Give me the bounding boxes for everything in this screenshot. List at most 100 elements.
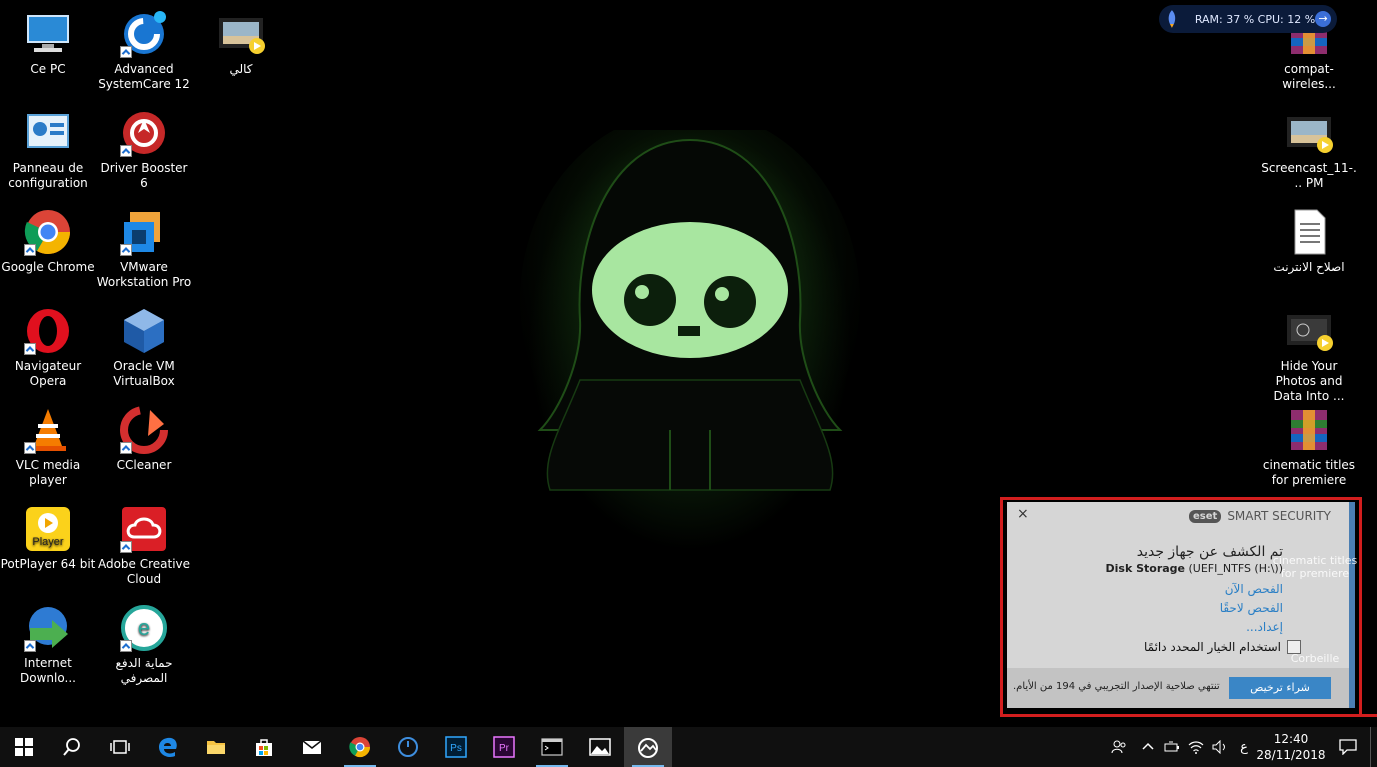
desktop-icon-ccleaner[interactable]: CCleaner [96,406,192,473]
rocket-icon [1168,10,1176,28]
taskbar-edge[interactable] [144,727,192,767]
desktop-icon-vmware[interactable]: VMware Workstation Pro [96,208,192,290]
desktop-icon-label: Panneau de configuration [8,161,88,190]
eset-banking-icon: e [120,604,168,652]
shortcut-arrow-icon [24,244,36,256]
start-button[interactable] [0,727,48,767]
desktop-icon-vlc[interactable]: VLC media player [0,406,96,488]
shortcut-arrow-icon [120,442,132,454]
desktop-icon-opera[interactable]: Navigateur Opera [0,307,96,389]
desktop-icon-kali-video[interactable]: كالي [193,10,289,77]
desktop-icon-driver-booster[interactable]: Driver Booster 6 [96,109,192,191]
expand-arrow-icon[interactable]: → [1315,11,1331,27]
eset-brand: eset SMART SECURITY [1189,509,1331,523]
edge-icon [159,737,177,757]
desktop-icon-label: VLC media player [15,458,81,487]
desktop-icon-label: Navigateur Opera [14,359,82,388]
device-name: Disk Storage [1105,562,1186,575]
device-detail: (UEFI_NTFS (H:\)) [1185,562,1284,575]
photos-icon [589,738,611,756]
desktop-icon-label: VMware Workstation Pro [96,260,192,289]
shortcut-arrow-icon [24,343,36,355]
shortcut-arrow-icon [120,145,132,157]
desktop-icon-control-panel[interactable]: Panneau de configuration [0,109,96,191]
desktop-icon-internet-fix[interactable]: اصلاح الانترنت [1261,208,1357,275]
show-desktop-button[interactable] [1370,727,1377,767]
always-use-label: استخدام الخيار المحدد دائمًا [1144,640,1281,654]
driver-booster-icon [120,109,168,157]
desktop-icon-potplayer[interactable]: Player PotPlayer 64 bit [0,505,96,572]
desktop-icon-screencast[interactable]: Screencast_11-... PM [1261,109,1357,191]
search-button[interactable] [48,727,96,767]
taskbar-terminal[interactable] [528,727,576,767]
file-explorer-icon [207,741,225,754]
hooded-figure-artwork [520,130,860,491]
desktop-icon-label: compat-wireles... [1282,62,1336,91]
system-monitor-widget[interactable]: RAM: 37 % CPU: 12 % → [1159,5,1337,33]
action-center-button[interactable] [1326,727,1370,767]
search-icon [63,738,80,756]
creative-cloud-icon [120,505,168,553]
mail-icon [302,740,322,754]
wifi-button[interactable] [1184,727,1208,767]
scan-later-link[interactable]: الفحص لاحقًا [1220,601,1283,615]
taskbar-photoshop[interactable]: Ps [432,727,480,767]
desktop-icon-label: Internet Downlo... [20,656,76,685]
desktop-icon-label: Driver Booster 6 [100,161,188,190]
show-hidden-icons-button[interactable] [1136,727,1160,767]
device-info: Disk Storage (UEFI_NTFS (H:\)) [1106,562,1284,575]
chrome-icon [24,208,72,256]
taskbar-chrome[interactable] [336,727,384,767]
winrar-icon [1285,406,1333,454]
desktop-icon-cinematic-titles[interactable]: cinematic titles for premiere [1261,406,1357,488]
setup-link[interactable]: إعداد... [1246,620,1283,634]
close-icon[interactable]: × [1017,506,1029,522]
scan-now-link[interactable]: الفحص الآن [1225,582,1283,596]
eset-product-name: SMART SECURITY [1227,509,1331,523]
buy-license-button[interactable]: شراء ترخيص [1229,677,1331,699]
desktop-icon-ce-pc[interactable]: Ce PC [0,10,96,77]
shortcut-arrow-icon [120,541,132,553]
task-view-button[interactable] [96,727,144,767]
photoshop-icon-text: Ps [450,743,462,754]
shortcut-arrow-icon [120,46,132,58]
advanced-systemcare-icon [120,10,168,58]
desktop-icon-virtualbox[interactable]: Oracle VM VirtualBox [96,307,192,389]
control-panel-icon [24,109,72,157]
chevron-up-icon [1142,742,1154,750]
battery-button[interactable] [1160,727,1184,767]
video-file-icon [217,10,265,58]
language-indicator[interactable]: ع [1232,727,1256,767]
desktop-icon-internet-download-manager[interactable]: Internet Downlo... [0,604,96,686]
ccleaner-icon [120,406,168,454]
vlc-icon [24,406,72,454]
taskbar-file-explorer[interactable] [192,727,240,767]
taskbar: Ps Pr ع 12:40 28/11/2018 [0,727,1377,767]
trial-notice: تنتهي صلاحية الإصدار التجريبي في 194 من … [1013,681,1220,692]
taskbar-power[interactable] [384,727,432,767]
taskbar-photos[interactable] [576,727,624,767]
shortcut-arrow-icon [24,640,36,652]
volume-button[interactable] [1208,727,1232,767]
desktop-icon-google-chrome[interactable]: Google Chrome [0,208,96,275]
taskbar-mail[interactable] [288,727,336,767]
potplayer-badge-text: Player [32,536,64,548]
desktop-icon-eset-banking[interactable]: e حماية الدفع المصرفي [96,604,192,686]
always-use-option[interactable]: استخدام الخيار المحدد دائمًا [1144,640,1301,654]
desktop-icon-advanced-systemcare[interactable]: Advanced SystemCare 12 [96,10,192,92]
desktop-icon-hide-your-photos[interactable]: Hide Your Photos and Data Into ... [1261,307,1357,404]
power-icon [398,737,418,757]
people-button[interactable] [1102,727,1136,767]
clock[interactable]: 12:40 28/11/2018 [1256,731,1326,763]
desktop-icon-creative-cloud[interactable]: Adobe Creative Cloud [96,505,192,587]
desktop-icon-label: Advanced SystemCare 12 [98,62,190,91]
shortcut-arrow-icon [24,442,36,454]
desktop-icon-label: Adobe Creative Cloud [97,557,191,586]
taskbar-premiere[interactable]: Pr [480,727,528,767]
always-use-checkbox[interactable] [1287,640,1301,654]
premiere-icon-text: Pr [499,743,510,754]
video-file-icon [1285,307,1333,355]
taskbar-store[interactable] [240,727,288,767]
taskbar-camera-app[interactable] [624,727,672,767]
wifi-icon [1188,741,1204,754]
